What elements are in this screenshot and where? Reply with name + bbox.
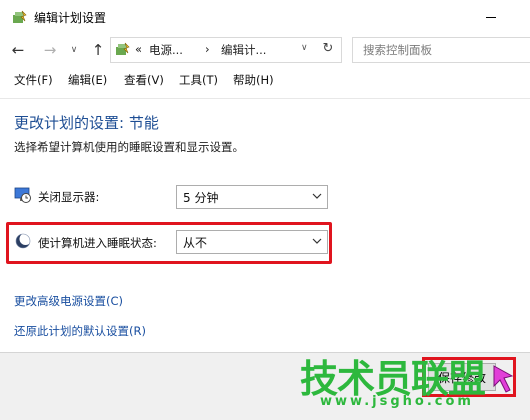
watermark: 技术员联盟 www.jsgho.com	[290, 346, 510, 419]
power-options-icon	[116, 42, 130, 55]
display-off-select[interactable]: 5 分钟	[176, 185, 328, 209]
menu-view[interactable]: 查看(V)	[124, 72, 164, 88]
refresh-icon[interactable]: ↻	[319, 40, 337, 58]
address-dropdown-chevron-icon[interactable]: ∨	[301, 43, 308, 53]
menu-help[interactable]: 帮助(H)	[233, 72, 274, 88]
display-off-value: 5 分钟	[183, 191, 219, 205]
page-description: 选择希望计算机使用的睡眠设置和显示设置。	[14, 140, 244, 154]
breadcrumb-edit-plan[interactable]: 编辑计...	[221, 42, 266, 58]
breadcrumb-overflow[interactable]: «	[135, 42, 142, 56]
window-title: 编辑计划设置	[34, 11, 107, 25]
sleep-row-highlight	[6, 222, 332, 264]
back-arrow-icon[interactable]: ←	[8, 40, 28, 60]
display-timer-icon	[14, 187, 31, 203]
up-arrow-icon[interactable]: ↑	[88, 40, 108, 60]
page-title: 更改计划的设置: 节能	[14, 114, 159, 132]
breadcrumb-separator[interactable]: ›	[205, 42, 210, 56]
display-off-label: 关闭显示器:	[38, 190, 100, 204]
advanced-power-settings-link[interactable]: 更改高级电源设置(C)	[14, 293, 123, 309]
breadcrumb-power-options[interactable]: 电源...	[149, 42, 183, 58]
pointer-arrow-icon	[493, 365, 514, 393]
address-bar[interactable]: « 电源... › 编辑计... ∨ ↻	[110, 37, 342, 63]
chevron-down-icon	[312, 193, 322, 199]
recent-locations-chevron-icon[interactable]: ∨	[64, 40, 84, 60]
title-bar: 编辑计划设置	[0, 0, 530, 34]
restore-defaults-link[interactable]: 还原此计划的默认设置(R)	[14, 323, 146, 339]
navigation-bar: ← → ∨ ↑ « 电源... › 编辑计... ∨ ↻	[0, 36, 530, 64]
menu-file[interactable]: 文件(F)	[14, 72, 53, 88]
menu-bar: 文件(F) 编辑(E) 查看(V) 工具(T) 帮助(H)	[0, 70, 530, 90]
forward-arrow-icon[interactable]: →	[40, 40, 60, 60]
power-options-icon	[13, 10, 27, 23]
menu-tools[interactable]: 工具(T)	[179, 72, 218, 88]
search-input[interactable]	[361, 38, 525, 62]
watermark-url: www.jsgho.com	[320, 394, 474, 409]
search-box[interactable]	[352, 37, 530, 63]
minimize-button[interactable]	[478, 8, 508, 26]
menu-edit[interactable]: 编辑(E)	[68, 72, 107, 88]
